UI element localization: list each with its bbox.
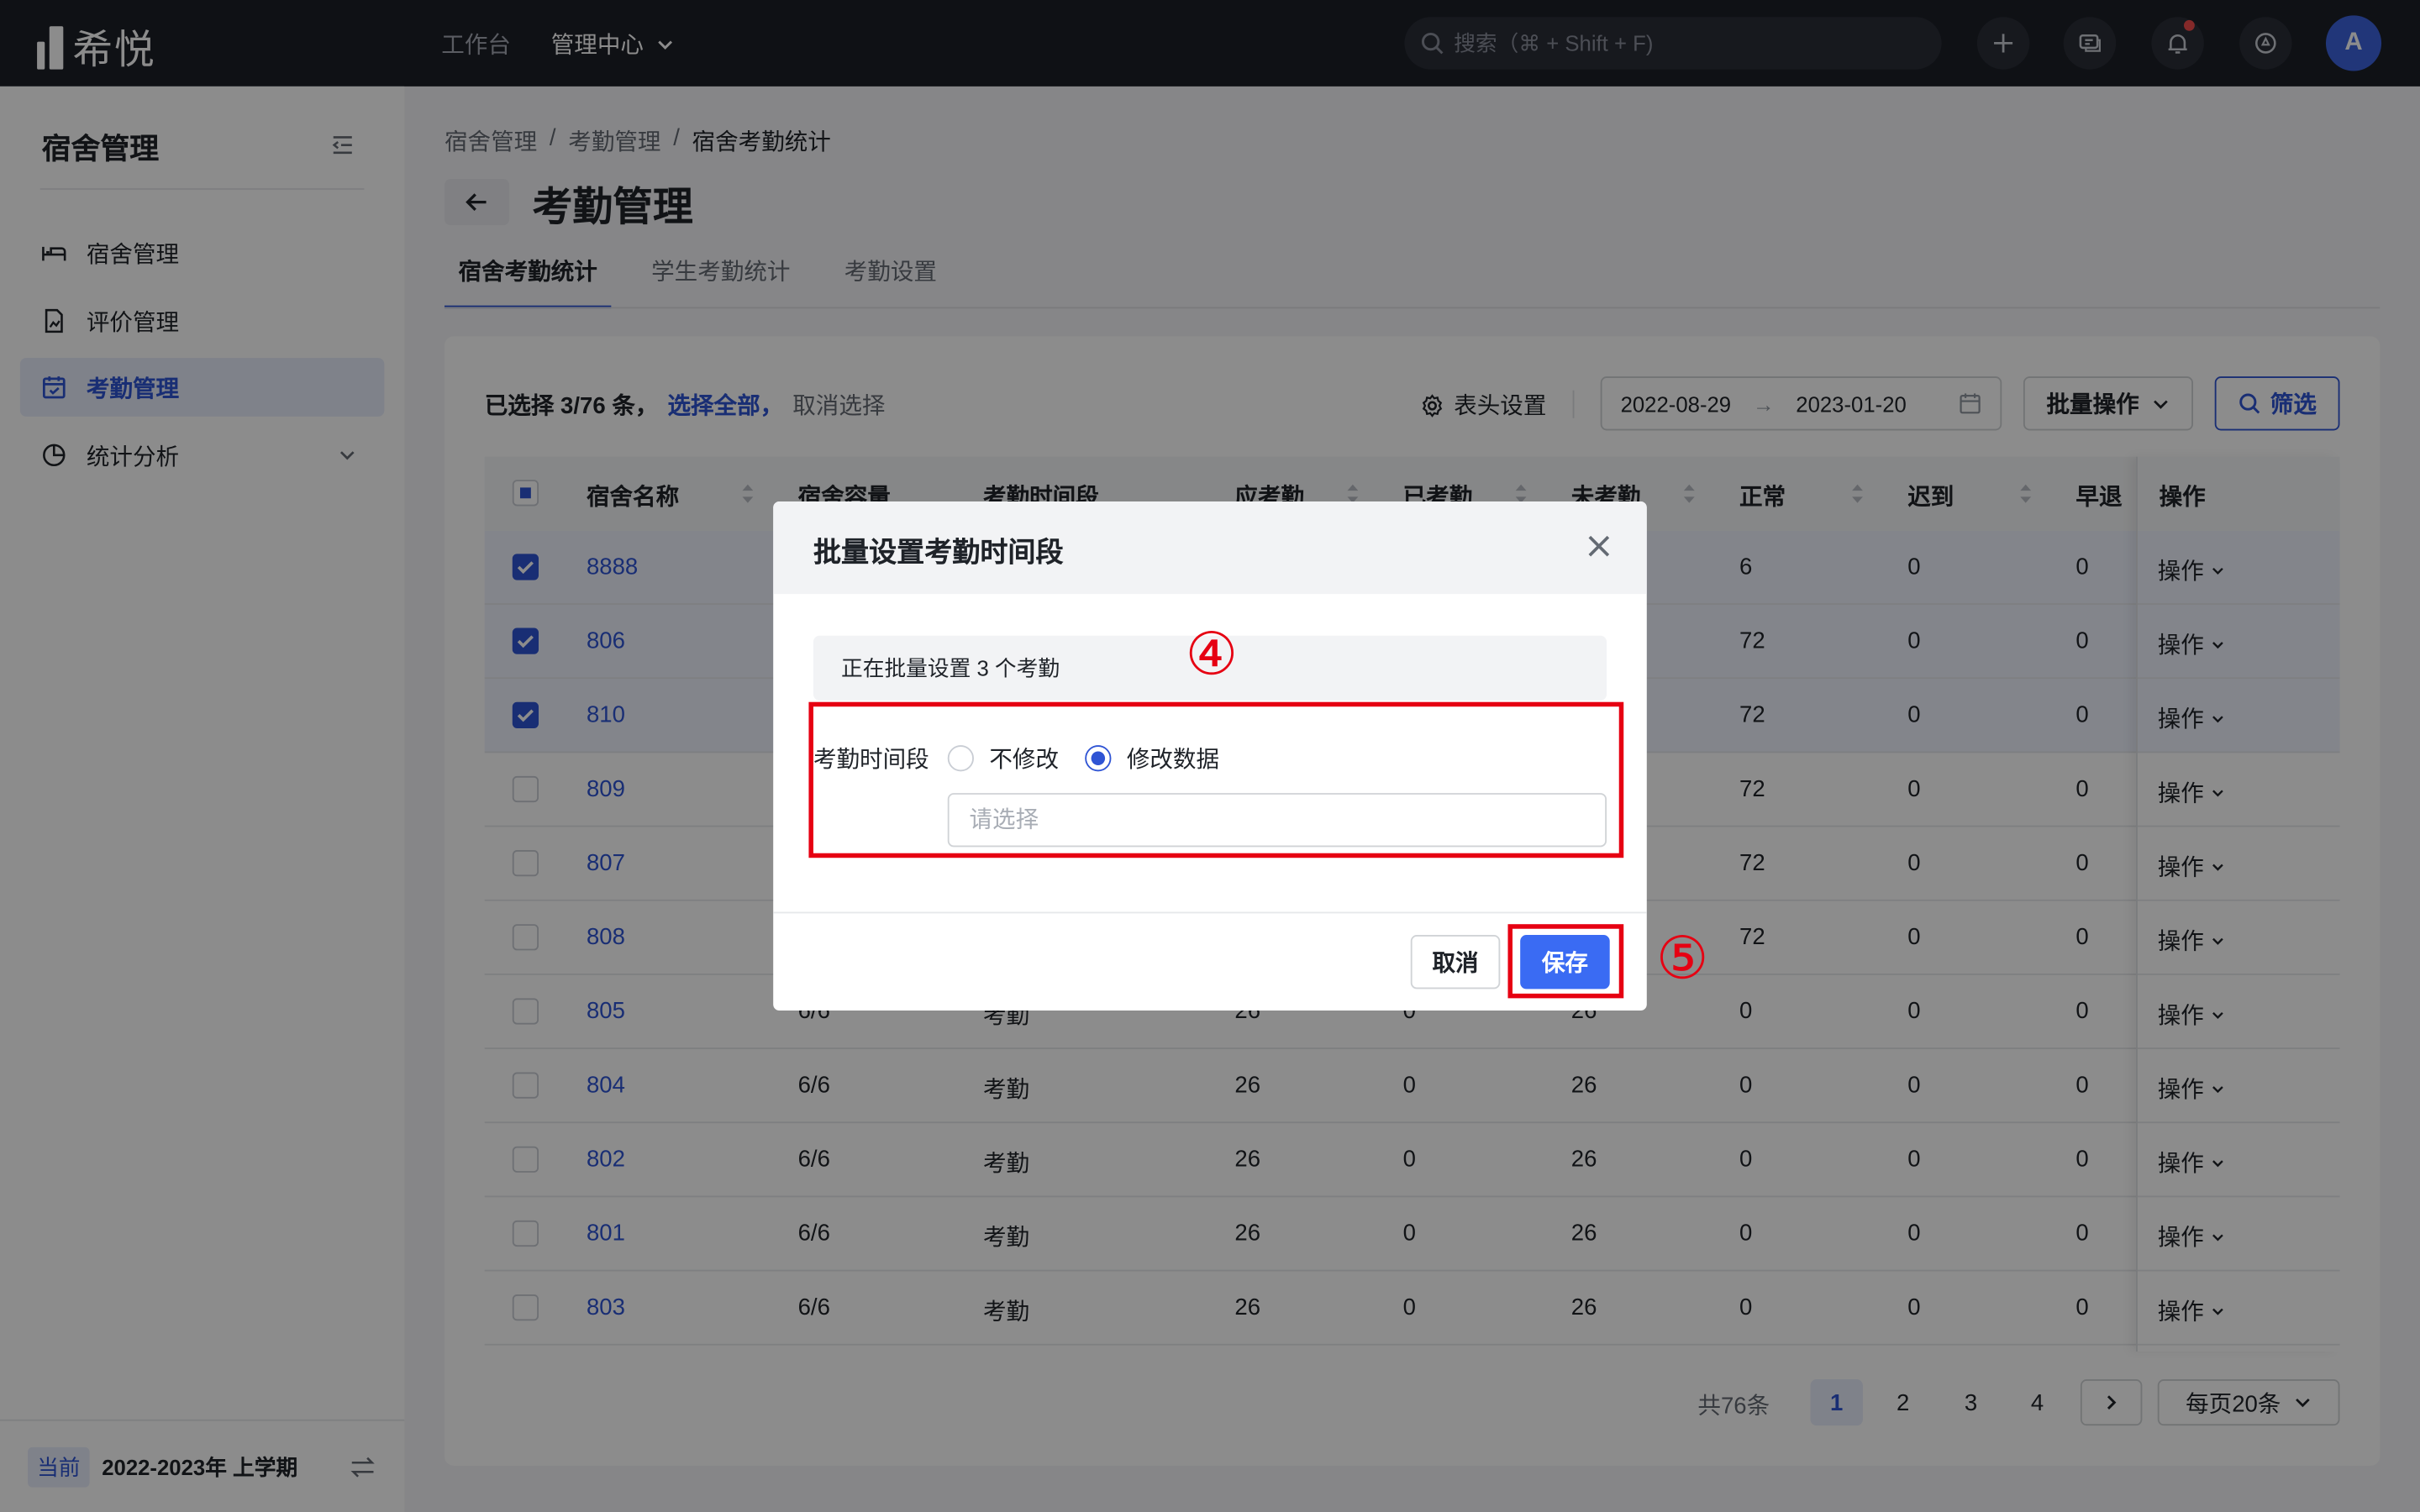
- step-5-marker: ⑤: [1655, 927, 1709, 993]
- dialog-title: 批量设置考勤时间段: [813, 537, 1064, 568]
- highlight-box-save: [1507, 924, 1624, 999]
- dialog-footer-divider: [773, 911, 1647, 914]
- close-icon[interactable]: [1585, 533, 1612, 560]
- highlight-box-period-field: [808, 701, 1624, 858]
- cancel-button[interactable]: 取消: [1410, 935, 1501, 990]
- dialog-header: 批量设置考勤时间段: [773, 501, 1647, 595]
- app-root: 希悦 工作台 管理中心 搜索（⌘ + Shift + F) A 宿舍管理 宿舍管…: [0, 0, 2420, 1512]
- step-4-marker: ④: [1185, 623, 1239, 689]
